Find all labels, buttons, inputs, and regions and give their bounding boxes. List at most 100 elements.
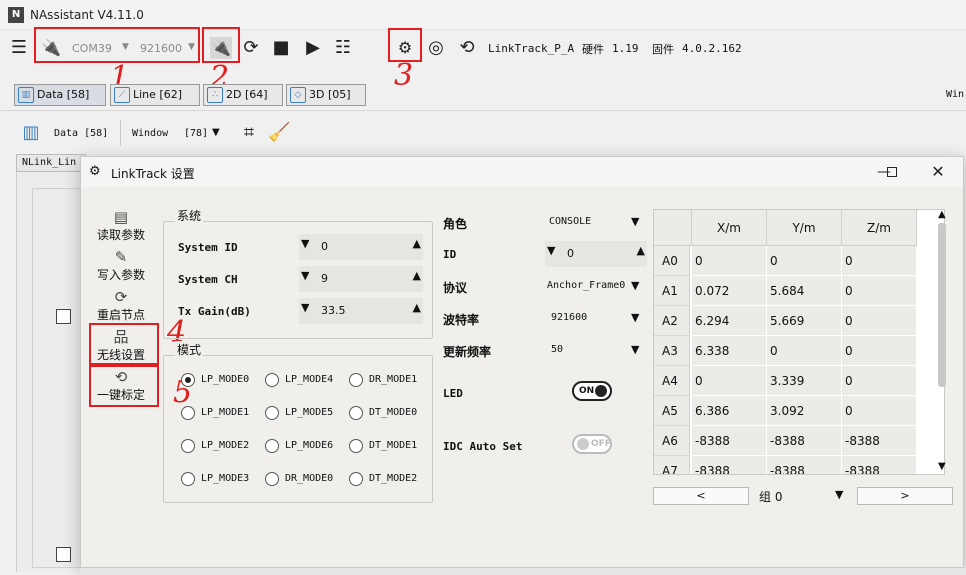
menu-icon[interactable]: ☰	[8, 37, 30, 59]
mode-radio-lp-mode6[interactable]: LP_MODE6	[265, 439, 333, 455]
table-cell-z[interactable]: 0	[842, 366, 917, 396]
clear-broom-icon[interactable]: 🧹	[268, 122, 290, 144]
tab-3d[interactable]: ◇ 3D [05]	[286, 84, 366, 106]
table-cell-z[interactable]: -8388	[842, 456, 917, 474]
chart-fit-icon[interactable]: ⌗	[238, 122, 260, 144]
data-count-label: Data [58]	[54, 128, 109, 139]
id-spinbox[interactable]: ▼ 0 ▲	[545, 241, 647, 267]
window-dropdown-arrow-icon[interactable]: ▼	[212, 127, 220, 138]
mode-radio-dt-mode0[interactable]: DT_MODE0	[349, 406, 417, 422]
anchor-coordinates-table[interactable]: X/m Y/m Z/m A0 0 0 0 A1 0.072 5.684 0 A2 6.294 5.6…	[653, 209, 945, 475]
hardware-version: 1.19	[612, 42, 639, 55]
close-button[interactable]: ✕	[927, 161, 949, 183]
target-icon[interactable]: ◎	[425, 37, 447, 59]
table-cell-x[interactable]: 6.386	[692, 396, 767, 426]
table-cell-z[interactable]: 0	[842, 306, 917, 336]
table-cell-y[interactable]: 5.669	[767, 306, 842, 336]
table-cell-z[interactable]: 0	[842, 396, 917, 426]
mode-radio-dr-mode0[interactable]: DR_MODE0	[265, 472, 333, 488]
prev-group-button[interactable]: <	[653, 487, 749, 505]
group-dropdown-arrow-icon[interactable]: ▼	[835, 488, 843, 501]
mode-radio-lp-mode5[interactable]: LP_MODE5	[265, 406, 333, 422]
table-cell-y[interactable]: 0	[767, 246, 842, 276]
system-id-spinbox[interactable]: ▼ 0 ▲	[299, 234, 423, 260]
maximize-square-icon[interactable]	[887, 167, 897, 177]
mode-radio-lp-mode1[interactable]: LP_MODE1	[181, 406, 249, 422]
table-cell-y[interactable]: 5.684	[767, 276, 842, 306]
protocol-select[interactable]: Anchor_Frame0	[547, 280, 625, 291]
table-cell-x[interactable]: 0	[692, 366, 767, 396]
table-cell-y[interactable]: -8388	[767, 426, 842, 456]
table-cell-y[interactable]: -8388	[767, 456, 842, 474]
increment-icon[interactable]: ▲	[413, 301, 421, 314]
table-cell-x[interactable]: 6.294	[692, 306, 767, 336]
role-dropdown-arrow-icon[interactable]: ▼	[631, 215, 639, 228]
mode-radio-dt-mode2[interactable]: DT_MODE2	[349, 472, 417, 488]
scrollbar-thumb[interactable]	[938, 223, 946, 387]
playback-icon[interactable]: ▶	[302, 37, 324, 59]
record-video-icon[interactable]: ■	[270, 37, 292, 59]
decrement-icon[interactable]: ▼	[301, 237, 309, 250]
read-params-button[interactable]: ▤ 读取参数	[85, 209, 157, 243]
led-toggle[interactable]: ON	[572, 381, 612, 401]
refresh-icon[interactable]: ⟳	[240, 37, 262, 59]
column-header-z[interactable]: Z/m	[842, 210, 917, 246]
update-rate-dropdown-arrow-icon[interactable]: ▼	[631, 343, 639, 356]
table-cell-x[interactable]: -8388	[692, 456, 767, 474]
table-cell-x[interactable]: 0	[692, 246, 767, 276]
decrement-icon[interactable]: ▼	[547, 244, 555, 257]
column-header-y[interactable]: Y/m	[767, 210, 842, 246]
protocol-dropdown-arrow-icon[interactable]: ▼	[631, 279, 639, 292]
tx-gain-spinbox[interactable]: ▼ 33.5 ▲	[299, 298, 423, 324]
mode-radio-lp-mode3[interactable]: LP_MODE3	[181, 472, 249, 488]
mode-radio-dr-mode1[interactable]: DR_MODE1	[349, 373, 417, 389]
sync-icon[interactable]: ⟲	[456, 37, 478, 59]
restart-node-button[interactable]: ⟳ 重启节点	[85, 289, 157, 323]
table-cell-z[interactable]: 0	[842, 246, 917, 276]
role-select[interactable]: CONSOLE	[549, 216, 591, 227]
export-icon[interactable]: ☷	[332, 37, 354, 59]
bg-checkbox[interactable]	[56, 309, 71, 324]
increment-icon[interactable]: ▲	[413, 269, 421, 282]
idc-auto-set-label: IDC Auto Set	[443, 440, 523, 453]
column-header-x[interactable]: X/m	[692, 210, 767, 246]
bg-checkbox[interactable]	[56, 547, 71, 562]
data-view-icon[interactable]: ▥	[20, 122, 42, 144]
mode-radio-dt-mode1[interactable]: DT_MODE1	[349, 439, 417, 455]
scroll-down-icon[interactable]: ▼	[938, 461, 946, 472]
table-cell-y[interactable]: 3.339	[767, 366, 842, 396]
table-cell-z[interactable]: 0	[842, 336, 917, 366]
table-cell-y[interactable]: 3.092	[767, 396, 842, 426]
update-rate-select[interactable]: 50	[551, 344, 563, 355]
group-select[interactable]: 组 0	[759, 488, 782, 505]
baud-rate-dropdown-arrow-icon[interactable]: ▼	[631, 311, 639, 324]
radio-label: LP_MODE0	[201, 374, 250, 385]
mode-radio-lp-mode4[interactable]: LP_MODE4	[265, 373, 333, 389]
mode-radio-lp-mode0[interactable]: LP_MODE0	[181, 373, 249, 389]
table-cell-x[interactable]: 0.072	[692, 276, 767, 306]
table-cell-x[interactable]: -8388	[692, 426, 767, 456]
decrement-icon[interactable]: ▼	[301, 301, 309, 314]
table-scrollbar[interactable]: ▲ ▼	[937, 209, 947, 475]
increment-icon[interactable]: ▲	[637, 244, 645, 257]
mode-radio-lp-mode2[interactable]: LP_MODE2	[181, 439, 249, 455]
table-cell-z[interactable]: 0	[842, 276, 917, 306]
table-cell-z[interactable]: -8388	[842, 426, 917, 456]
decrement-icon[interactable]: ▼	[301, 269, 309, 282]
tab-data[interactable]: ▥ Data [58]	[14, 84, 106, 106]
table-row-header: A3	[654, 336, 690, 366]
idc-auto-set-toggle[interactable]: OFF	[572, 434, 612, 454]
system-ch-spinbox[interactable]: ▼ 9 ▲	[299, 266, 423, 292]
idc-toggle-state: OFF	[591, 439, 611, 449]
tab-2d[interactable]: ∴ 2D [64]	[203, 84, 283, 106]
window-value[interactable]: [78]	[184, 128, 208, 139]
tab-line[interactable]: ⟋ Line [62]	[110, 84, 200, 106]
write-params-button[interactable]: ✎ 写入参数	[85, 249, 157, 283]
table-cell-y[interactable]: 0	[767, 336, 842, 366]
radio-label: LP_MODE6	[285, 440, 334, 451]
table-cell-x[interactable]: 6.338	[692, 336, 767, 366]
baud-rate-select[interactable]: 921600	[551, 312, 587, 323]
next-group-button[interactable]: >	[857, 487, 953, 505]
scroll-up-icon[interactable]: ▲	[938, 209, 946, 220]
increment-icon[interactable]: ▲	[413, 237, 421, 250]
